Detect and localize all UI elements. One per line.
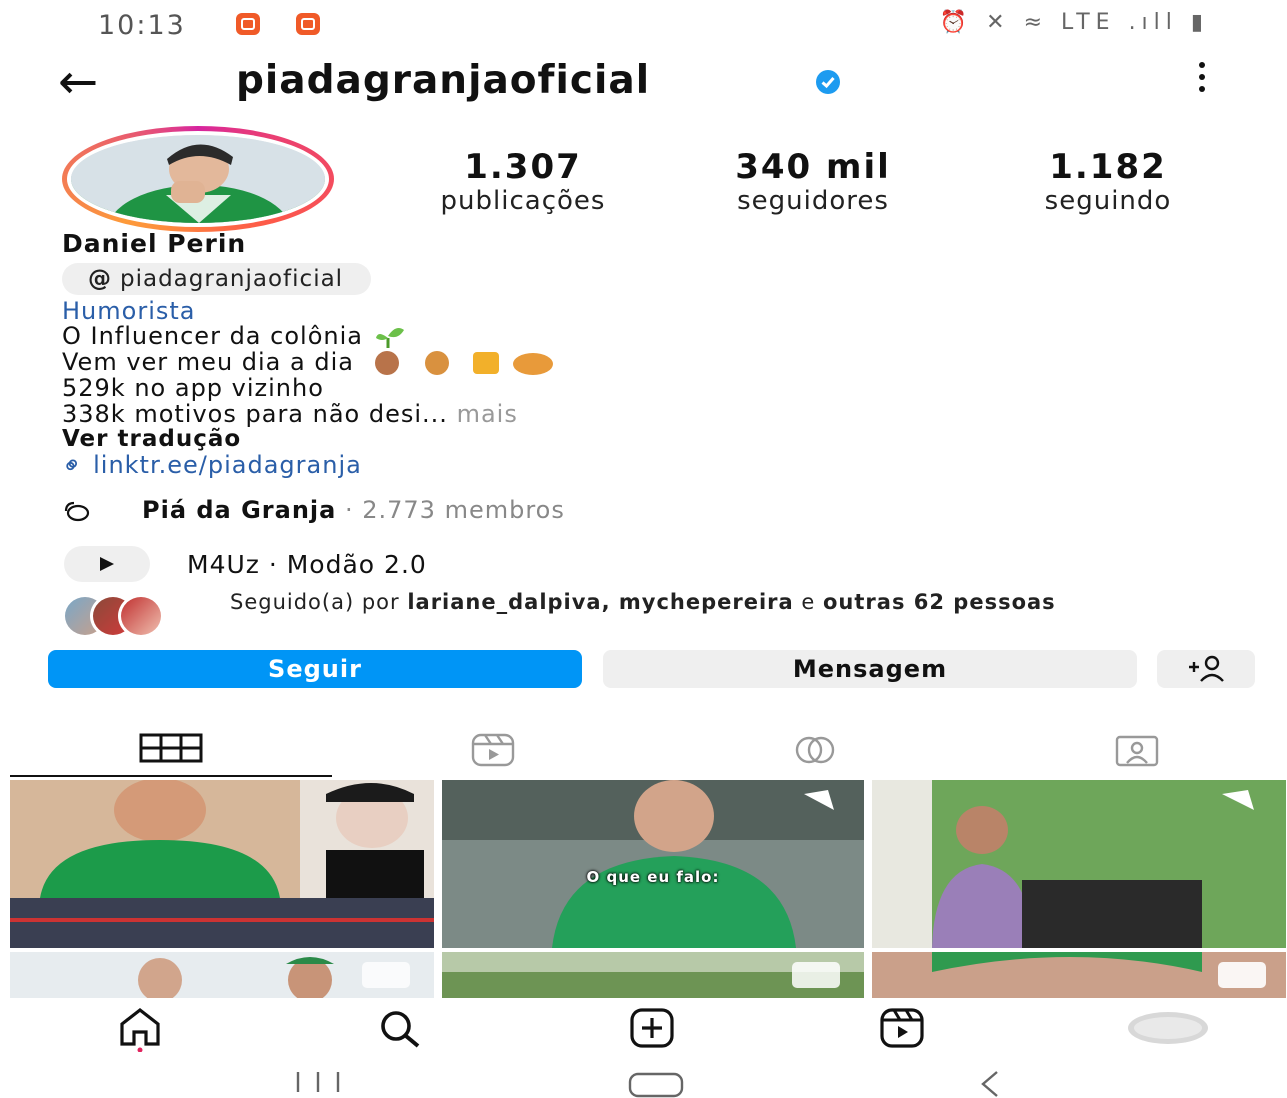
add-person-icon (1189, 655, 1224, 682)
channel-separator: · (336, 496, 363, 524)
threads-icon: @ (88, 266, 112, 292)
tab-tagged[interactable] (976, 727, 1287, 775)
app-notification-icon (236, 13, 260, 35)
following-count: 1.182 (1049, 147, 1167, 187)
see-translation-link[interactable]: Ver tradução (62, 426, 241, 452)
avatar[interactable] (62, 126, 334, 232)
followers-count: 340 mil (735, 147, 891, 187)
music-track[interactable]: M4Uz · Modão 2.0 (187, 550, 427, 579)
posts-count: 1.307 (464, 147, 582, 187)
display-name: Daniel Perin (62, 229, 247, 258)
post-caption: O que eu falo: (586, 868, 720, 886)
status-time: 10:13 (98, 10, 186, 41)
follower-avatar (118, 594, 164, 638)
add-person-button[interactable] (1157, 650, 1255, 688)
channel-icon (64, 501, 90, 522)
status-icons: ⏰ ✕ ≈ LTE .ıll ▮ (939, 10, 1209, 35)
tab-reels[interactable] (332, 727, 654, 775)
nav-create[interactable] (622, 1004, 682, 1052)
tab-grid[interactable] (10, 727, 332, 777)
post-thumbnail[interactable] (442, 952, 864, 998)
stat-followers[interactable]: 340 mil seguidores (690, 150, 936, 216)
nav-search[interactable] (370, 1004, 430, 1052)
search-icon (381, 1011, 420, 1048)
post-image (442, 780, 864, 948)
post-thumbnail[interactable] (872, 952, 1286, 998)
post-image (872, 952, 1286, 998)
bio-line: 338k motivos para não desi... mais (62, 400, 518, 428)
profile-username: piadagranjaoficial (236, 58, 651, 103)
stat-following[interactable]: 1.182 seguindo (1005, 150, 1211, 216)
link-text: linktr.ee/piadagranja (93, 451, 362, 479)
profile-category: Humorista (62, 297, 196, 325)
home-icon (120, 1007, 160, 1053)
post-thumbnail[interactable] (10, 952, 434, 998)
back-button-icon[interactable] (975, 1070, 1005, 1098)
post-thumbnail[interactable] (10, 780, 434, 948)
nav-reels[interactable] (872, 1004, 932, 1052)
post-image (10, 952, 434, 998)
message-button[interactable]: Mensagem (603, 650, 1137, 688)
bio-line: O Influencer da colônia (62, 322, 404, 350)
more-link[interactable]: mais (457, 400, 518, 428)
verified-icon (816, 70, 840, 94)
post-image (10, 780, 434, 948)
following-label: seguindo (1044, 186, 1172, 216)
nav-profile[interactable] (1126, 1004, 1208, 1052)
tagged-icon (1115, 735, 1159, 767)
create-icon (630, 1008, 674, 1048)
seedling-icon (375, 328, 404, 348)
post-image (442, 952, 864, 998)
home-button-icon[interactable] (626, 1070, 686, 1098)
threads-badge[interactable]: @ piadagranjaoficial (62, 263, 372, 295)
profile-icon (1128, 1012, 1208, 1044)
collab-icon (795, 736, 835, 764)
bottom-nav (0, 998, 1287, 1058)
grid-icon (139, 733, 203, 763)
system-nav (0, 1062, 1287, 1098)
posts-label: publicações (440, 186, 606, 216)
post-thumbnail[interactable]: O que eu falo: (442, 780, 864, 948)
link-icon: ⚭ (55, 447, 90, 483)
animal-emojis-icon (374, 351, 553, 375)
app-notification-icon (296, 13, 320, 35)
follower-avatars[interactable] (62, 594, 202, 638)
channel-name: Piá da Granja (142, 496, 337, 524)
stat-posts[interactable]: 1.307 publicações (396, 150, 650, 216)
post-image (872, 780, 1286, 948)
broadcast-channel[interactable]: Piá da Granja · 2.773 membros (62, 496, 565, 524)
bio-line: 529k no app vizinho (62, 374, 324, 402)
threads-handle: piadagranjaoficial (120, 266, 344, 292)
recent-apps-icon[interactable] (290, 1070, 346, 1094)
play-icon[interactable] (64, 546, 150, 582)
followers-label: seguidores (737, 186, 889, 216)
profile-link[interactable]: ⚭ linktr.ee/piadagranja (55, 448, 362, 483)
follow-button[interactable]: Seguir (48, 650, 582, 688)
post-thumbnail[interactable] (872, 780, 1286, 948)
more-icon[interactable] (1197, 62, 1207, 96)
nav-home[interactable] (110, 1004, 170, 1053)
followed-by-text[interactable]: Seguido(a) por lariane_dalpiva, mycheper… (230, 592, 1250, 613)
bio-line: Vem ver meu dia a dia (62, 348, 585, 376)
tab-collabs[interactable] (654, 727, 976, 775)
back-arrow-icon[interactable]: ← (58, 58, 98, 106)
channel-members: 2.773 membros (362, 496, 565, 524)
reels-icon (471, 733, 515, 767)
reels-nav-icon (880, 1008, 924, 1048)
